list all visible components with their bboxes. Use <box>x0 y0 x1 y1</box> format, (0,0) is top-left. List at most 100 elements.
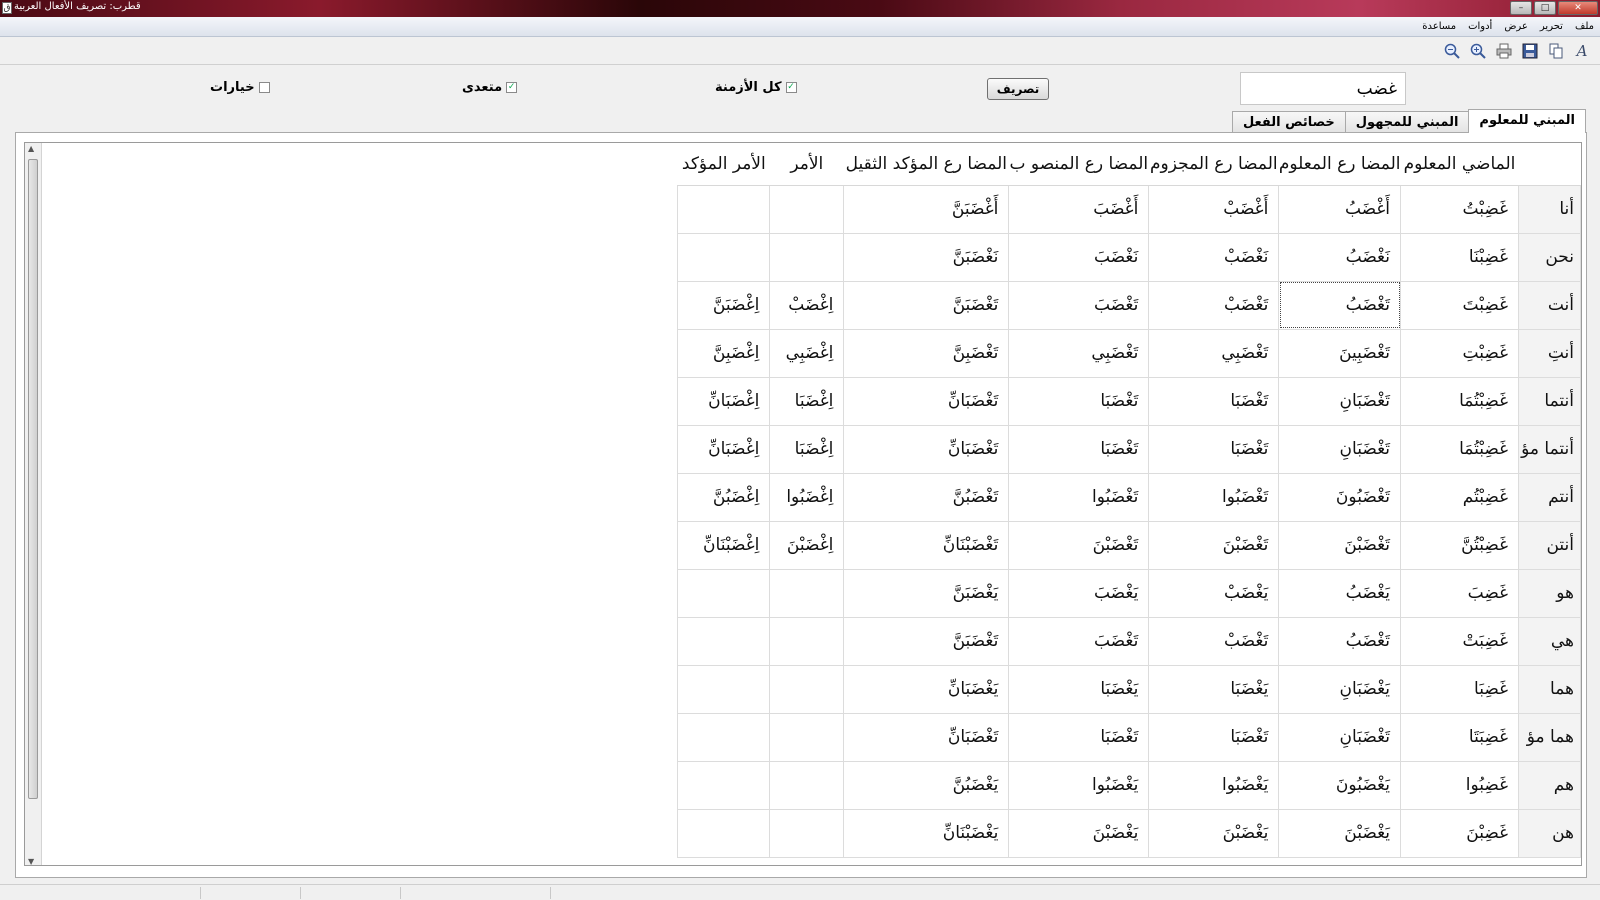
tab-passive-voice[interactable]: المبني للمجهول <box>1344 111 1470 133</box>
row-pronoun-cell[interactable]: هم <box>1518 760 1581 810</box>
table-cell[interactable]: اِغْضَبُنَّ <box>677 472 771 522</box>
table-cell[interactable]: اِغْضَبْنَ <box>769 520 845 570</box>
table-cell[interactable]: نَغْضَبَ <box>1008 232 1150 282</box>
header-emphatic[interactable]: المضا رع المؤكد الثقيل <box>843 143 1009 186</box>
table-cell[interactable] <box>769 184 845 234</box>
zoom-in-icon[interactable] <box>1468 41 1488 61</box>
table-cell[interactable]: تَغْضَبْ <box>1148 616 1280 666</box>
table-cell[interactable]: يَغْضَبُنَّ <box>843 760 1010 810</box>
table-cell[interactable]: تَغْضَبَا <box>1148 376 1280 426</box>
minimize-icon[interactable]: – <box>1510 1 1532 15</box>
menu-file[interactable]: ملف <box>1575 21 1594 32</box>
menu-edit[interactable]: تحرير <box>1540 21 1563 32</box>
table-cell[interactable]: يَغْضَبُوا <box>1008 760 1150 810</box>
table-cell[interactable]: غَضِبُوا <box>1400 760 1519 810</box>
table-cell[interactable]: اِغْضَبْنَانِّ <box>677 520 771 570</box>
scroll-down-icon[interactable]: ▼ <box>28 857 34 865</box>
table-cell[interactable]: يَغْضَبَ <box>1008 568 1150 618</box>
table-cell[interactable] <box>769 232 845 282</box>
table-cell[interactable] <box>677 808 771 858</box>
table-cell[interactable]: تَغْضَبَانِ <box>1278 376 1401 426</box>
save-icon[interactable] <box>1520 41 1540 61</box>
table-cell[interactable]: يَغْضَبْ <box>1148 568 1280 618</box>
table-cell[interactable]: تَغْضَبَا <box>1008 424 1150 474</box>
table-cell[interactable]: اِغْضَبَانِّ <box>677 424 771 474</box>
header-jussive[interactable]: المضا رع المجزوم <box>1148 143 1279 186</box>
table-cell[interactable]: اِغْضَبْ <box>769 280 845 330</box>
table-cell[interactable]: يَغْضَبْنَانِّ <box>843 808 1010 858</box>
copy-icon[interactable] <box>1546 41 1566 61</box>
table-cell[interactable] <box>769 712 845 762</box>
row-pronoun-cell[interactable]: أنتن <box>1518 520 1581 570</box>
table-cell[interactable]: غَضِبَتْ <box>1400 616 1519 666</box>
table-cell[interactable]: تَغْضَبَانِ <box>1278 712 1401 762</box>
print-icon[interactable] <box>1494 41 1514 61</box>
table-cell[interactable]: يَغْضَبْنَ <box>1148 808 1280 858</box>
table-cell[interactable] <box>677 568 771 618</box>
header-subjunctive[interactable]: المضا رع المنصو ب <box>1008 143 1149 186</box>
table-cell[interactable] <box>677 616 771 666</box>
table-cell[interactable] <box>769 760 845 810</box>
table-cell[interactable]: أَغْضَبَ <box>1008 184 1150 234</box>
table-cell[interactable]: يَغْضَبَنَّ <box>843 568 1010 618</box>
table-cell[interactable]: تَغْضَبُنَّ <box>843 472 1010 522</box>
table-cell[interactable] <box>677 712 771 762</box>
table-cell[interactable]: تَغْضَبِينَ <box>1278 328 1401 378</box>
table-cell[interactable] <box>769 568 845 618</box>
table-cell[interactable]: أَغْضَبُ <box>1278 184 1401 234</box>
table-cell[interactable]: يَغْضَبَا <box>1148 664 1280 714</box>
table-cell[interactable]: اِغْضَبَا <box>769 376 845 426</box>
row-pronoun-cell[interactable]: هن <box>1518 808 1581 858</box>
verb-input[interactable] <box>1240 72 1406 105</box>
row-pronoun-cell[interactable]: أنتما مؤ <box>1518 424 1581 474</box>
row-pronoun-cell[interactable]: نحن <box>1518 232 1581 282</box>
table-cell[interactable] <box>677 760 771 810</box>
table-cell[interactable]: غَضِبْتُم <box>1400 472 1519 522</box>
table-cell[interactable]: غَضِبْتُ <box>1400 184 1519 234</box>
table-cell[interactable] <box>677 664 771 714</box>
header-pronoun[interactable] <box>1518 143 1581 186</box>
table-cell[interactable]: تَغْضَبِي <box>1148 328 1280 378</box>
row-pronoun-cell[interactable]: أنتما <box>1518 376 1581 426</box>
table-cell[interactable]: تَغْضَبَانِّ <box>843 424 1010 474</box>
table-cell[interactable]: تَغْضَبْنَانِّ <box>843 520 1010 570</box>
row-pronoun-cell[interactable]: هما <box>1518 664 1581 714</box>
table-cell[interactable]: تَغْضَبَا <box>1008 712 1150 762</box>
table-cell[interactable]: أَغْضَبْ <box>1148 184 1280 234</box>
font-icon[interactable]: A <box>1572 41 1592 61</box>
table-cell[interactable]: تَغْضَبُ <box>1278 280 1401 330</box>
table-cell[interactable]: تَغْضَبْنَ <box>1148 520 1280 570</box>
table-cell[interactable]: تَغْضَبْنَ <box>1278 520 1401 570</box>
table-cell[interactable] <box>769 616 845 666</box>
row-pronoun-cell[interactable]: أنت <box>1518 280 1581 330</box>
table-cell[interactable]: يَغْضَبْنَ <box>1008 808 1150 858</box>
header-imperative[interactable]: الأمر <box>769 143 844 186</box>
table-cell[interactable]: غَضِبْنَا <box>1400 232 1519 282</box>
table-cell[interactable]: تَغْضَبَنَّ <box>843 616 1010 666</box>
table-cell[interactable]: تَغْضَبَا <box>1008 376 1150 426</box>
table-cell[interactable]: تَغْضَبْنَ <box>1008 520 1150 570</box>
row-pronoun-cell[interactable]: هو <box>1518 568 1581 618</box>
options-checkbox[interactable] <box>258 82 270 93</box>
row-pronoun-cell[interactable]: أنتِ <box>1518 328 1581 378</box>
row-pronoun-cell[interactable]: أنا <box>1518 184 1581 234</box>
table-cell[interactable]: تَغْضَبْ <box>1148 280 1280 330</box>
table-cell[interactable]: يَغْضَبُوا <box>1148 760 1280 810</box>
vertical-scrollbar[interactable]: ▲ ▼ <box>25 143 42 865</box>
table-cell[interactable]: تَغْضَبُونَ <box>1278 472 1401 522</box>
table-cell[interactable]: تَغْضَبَ <box>1008 616 1150 666</box>
conjugate-button[interactable]: تصريف <box>987 78 1049 100</box>
table-cell[interactable]: غَضِبَتَا <box>1400 712 1519 762</box>
table-cell[interactable]: غَضِبَ <box>1400 568 1519 618</box>
row-pronoun-cell[interactable]: أنتم <box>1518 472 1581 522</box>
table-cell[interactable]: غَضِبْتُمَا <box>1400 376 1519 426</box>
table-cell[interactable]: نَغْضَبَنَّ <box>843 232 1010 282</box>
table-cell[interactable]: اِغْضَبُوا <box>769 472 845 522</box>
table-cell[interactable]: غَضِبْتُنَّ <box>1400 520 1519 570</box>
table-cell[interactable]: تَغْضَبَنَّ <box>843 280 1010 330</box>
table-cell[interactable]: يَغْضَبَا <box>1008 664 1150 714</box>
table-cell[interactable]: نَغْضَبْ <box>1148 232 1280 282</box>
table-cell[interactable]: غَضِبْنَ <box>1400 808 1519 858</box>
table-cell[interactable]: نَغْضَبُ <box>1278 232 1401 282</box>
table-cell[interactable]: غَضِبَا <box>1400 664 1519 714</box>
